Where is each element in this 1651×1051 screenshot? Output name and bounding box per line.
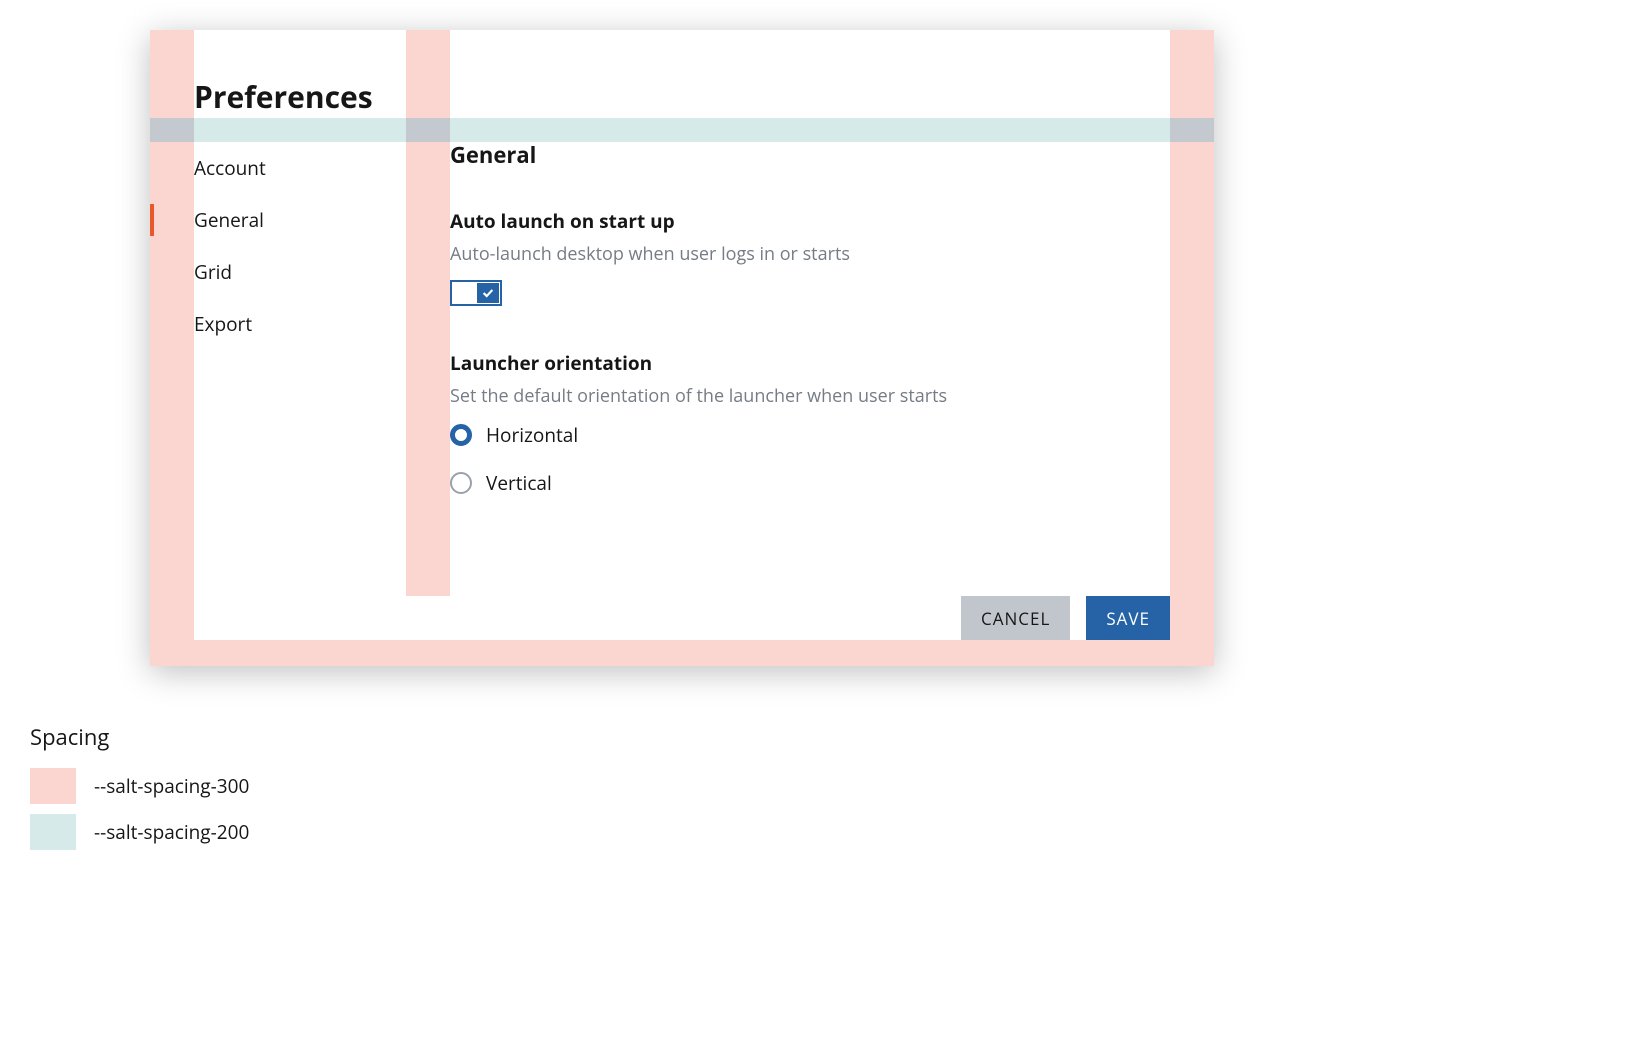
sidebar-item-account[interactable]: Account bbox=[194, 142, 406, 194]
field-help: Set the default orientation of the launc… bbox=[450, 384, 1170, 408]
radio-label: Horizontal bbox=[486, 422, 578, 448]
field-label: Auto launch on start up bbox=[450, 208, 1170, 234]
radio-label: Vertical bbox=[486, 470, 552, 496]
field-label: Launcher orientation bbox=[450, 350, 1170, 376]
sidebar-item-label: Grid bbox=[194, 259, 232, 285]
legend-item-200: --salt-spacing-200 bbox=[30, 814, 1621, 850]
body-row: Account General Grid Export General Auto bbox=[150, 142, 1214, 552]
orientation-radio-horizontal[interactable]: Horizontal bbox=[450, 422, 1170, 448]
cancel-button[interactable]: CANCEL bbox=[961, 596, 1070, 640]
spacing-row-bottom bbox=[150, 640, 1214, 666]
page-title: Preferences bbox=[194, 76, 373, 117]
sidebar-item-label: General bbox=[194, 207, 264, 233]
spacing-row-mid bbox=[150, 552, 1214, 596]
legend-title: Spacing bbox=[30, 722, 1621, 752]
spacing-row-200 bbox=[150, 118, 1214, 142]
field-auto-launch: Auto launch on start up Auto-launch desk… bbox=[450, 208, 1170, 306]
switch-knob bbox=[477, 283, 499, 303]
spacing-row-top bbox=[150, 30, 1214, 74]
legend-token-label: --salt-spacing-200 bbox=[94, 819, 249, 845]
field-orientation: Launcher orientation Set the default ori… bbox=[450, 350, 1170, 496]
orientation-radio-vertical[interactable]: Vertical bbox=[450, 470, 1170, 496]
sidebar-item-label: Export bbox=[194, 311, 252, 337]
sidebar-item-grid[interactable]: Grid bbox=[194, 246, 406, 298]
legend-swatch bbox=[30, 768, 76, 804]
sidebar-item-export[interactable]: Export bbox=[194, 298, 406, 350]
section-heading: General bbox=[450, 142, 1170, 168]
sidebar-nav: Account General Grid Export bbox=[194, 142, 406, 552]
footer-row: CANCEL SAVE bbox=[150, 596, 1214, 640]
auto-launch-switch[interactable] bbox=[450, 280, 502, 306]
title-row: Preferences bbox=[150, 74, 1214, 118]
radio-icon bbox=[450, 472, 472, 494]
legend-token-label: --salt-spacing-300 bbox=[94, 773, 249, 799]
sidebar-item-label: Account bbox=[194, 155, 266, 181]
field-help: Auto-launch desktop when user logs in or… bbox=[450, 242, 1170, 266]
preferences-dialog: Preferences Account General bbox=[150, 30, 1214, 666]
spacing-legend: Spacing --salt-spacing-300 --salt-spacin… bbox=[30, 722, 1621, 850]
save-button[interactable]: SAVE bbox=[1086, 596, 1170, 640]
legend-item-300: --salt-spacing-300 bbox=[30, 768, 1621, 804]
content-panel: General Auto launch on start up Auto-lau… bbox=[450, 142, 1170, 552]
radio-icon bbox=[450, 424, 472, 446]
sidebar-item-general[interactable]: General bbox=[194, 194, 406, 246]
checkmark-icon bbox=[481, 286, 495, 300]
legend-swatch bbox=[30, 814, 76, 850]
